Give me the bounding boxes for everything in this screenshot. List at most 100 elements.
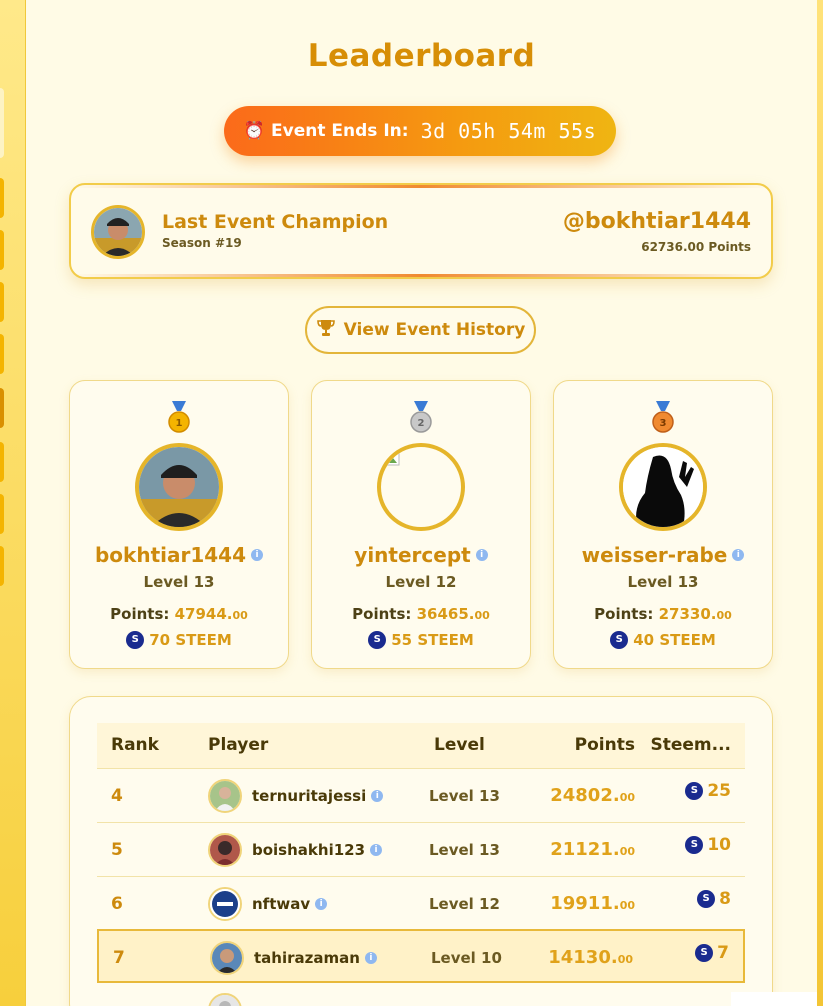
steem-amount: 40 STEEM <box>633 631 716 649</box>
podium-card-1[interactable]: 1 bokhtiar1444 i Level 13 Points: 47944.… <box>69 380 289 669</box>
points-value: 19911. <box>550 893 620 914</box>
leaderboard-table: Rank Player Level Points Steem... 4 tern… <box>69 696 773 1006</box>
points-value: 27330. <box>658 605 717 623</box>
sidebar-item[interactable] <box>0 178 4 218</box>
scrollbar[interactable] <box>817 0 823 1006</box>
event-timer: ⏰ Event Ends In: 3d 05h 54m 55s <box>224 106 616 156</box>
row-rank: 6 <box>111 894 123 914</box>
info-icon[interactable]: i <box>315 898 328 910</box>
steem-icon: S <box>368 631 387 649</box>
player-avatar <box>208 779 242 813</box>
player-level: Level 13 <box>627 573 699 591</box>
steem-icon: S <box>697 890 716 908</box>
points-decimal: 00 <box>619 899 635 912</box>
info-icon[interactable]: i <box>251 549 264 561</box>
sidebar-item[interactable] <box>0 88 4 158</box>
points-label: Points: <box>110 605 170 623</box>
points-value: 36465. <box>416 605 475 623</box>
last-champion-card: Last Event Champion Season #19 @bokhtiar… <box>69 183 773 279</box>
player-steem: S 10 <box>685 835 731 855</box>
player-avatar <box>210 941 244 975</box>
player-level: Level 10 <box>431 949 502 967</box>
player-name[interactable]: boishakhi123 i <box>252 841 383 859</box>
player-level: Level 12 <box>385 573 457 591</box>
points-label: Points: <box>594 605 654 623</box>
sidebar-item-active[interactable] <box>0 388 4 428</box>
champion-username[interactable]: @bokhtiar1444 <box>563 209 751 234</box>
player-name-text: tahirazaman <box>254 949 360 967</box>
info-icon[interactable]: i <box>371 790 384 802</box>
bronze-medal-icon: 3 <box>554 401 772 435</box>
info-icon[interactable]: i <box>732 549 745 561</box>
player-steem: S8 <box>697 889 731 909</box>
player-steem-reward: S 55 STEEM <box>312 631 530 649</box>
history-button-label: View Event History <box>343 320 526 340</box>
steem-icon: S <box>685 836 704 854</box>
points-decimal: 00 <box>474 609 490 622</box>
player-points: 19911.00 <box>550 893 635 914</box>
table-row-partial[interactable] <box>97 987 745 1006</box>
player-name[interactable]: yintercept i <box>312 543 530 567</box>
steem-icon: S <box>695 944 714 962</box>
page-title: Leaderboard <box>307 38 536 74</box>
player-name-text: yintercept <box>354 543 471 567</box>
player-level: Level 13 <box>429 841 500 859</box>
row-rank: 7 <box>113 948 125 968</box>
player-name[interactable]: bokhtiar1444 i <box>70 543 288 567</box>
alarm-clock-icon: ⏰ <box>243 121 266 141</box>
header-level[interactable]: Level <box>434 735 485 755</box>
info-icon[interactable]: i <box>370 844 383 856</box>
table-row-highlighted[interactable]: 7 tahirazaman i Level 10 14130.00 S7 <box>97 929 745 983</box>
sidebar-item[interactable] <box>0 494 4 534</box>
info-icon[interactable]: i <box>475 549 488 561</box>
table-row[interactable]: 6 nftwav i Level 12 19911.00 S8 <box>97 877 745 931</box>
points-value: 24802. <box>550 785 620 806</box>
sidebar-item[interactable] <box>0 334 4 374</box>
sidebar-item[interactable] <box>0 442 4 482</box>
view-event-history-button[interactable]: View Event History <box>305 306 536 354</box>
player-avatar-placeholder <box>208 993 242 1006</box>
player-name-text: boishakhi123 <box>252 841 366 859</box>
player-name[interactable]: ternuritajessi i <box>252 787 384 805</box>
player-name-text: weisser-rabe <box>581 543 728 567</box>
podium-card-2[interactable]: 2 yintercept i Level 12 Points: 36465.00… <box>311 380 531 669</box>
table-row[interactable]: 4 ternuritajessi i Level 13 24802.00 S 25 <box>97 769 745 823</box>
info-icon[interactable]: i <box>364 952 377 964</box>
player-name[interactable]: nftwav i <box>252 895 328 913</box>
player-avatar <box>135 443 223 531</box>
points-decimal: 00 <box>617 953 633 966</box>
header-points[interactable]: Points <box>575 735 635 755</box>
svg-text:2: 2 <box>418 418 425 429</box>
sidebar-item[interactable] <box>0 282 4 322</box>
player-level: Level 12 <box>429 895 500 913</box>
row-rank: 4 <box>111 786 123 806</box>
points-decimal: 00 <box>716 609 732 622</box>
steem-icon: S <box>685 782 704 800</box>
player-name-text: nftwav <box>252 895 311 913</box>
player-name[interactable]: tahirazaman i <box>254 949 377 967</box>
table-header: Rank Player Level Points Steem... <box>97 723 745 769</box>
steem-amount: 7 <box>717 943 729 963</box>
header-rank[interactable]: Rank <box>111 735 159 755</box>
steem-amount: 10 <box>707 835 731 855</box>
gold-medal-icon: 1 <box>70 401 288 435</box>
player-level: Level 13 <box>429 787 500 805</box>
player-name-text: ternuritajessi <box>252 787 367 805</box>
points-decimal: 00 <box>619 845 635 858</box>
trophy-icon <box>316 319 336 342</box>
podium-card-3[interactable]: 3 weisser-rabe i Level 13 Points: 27330.… <box>553 380 773 669</box>
timer-label: Event Ends In: <box>271 121 409 141</box>
champion-avatar <box>91 205 145 259</box>
player-name[interactable]: weisser-rabe i <box>554 543 772 567</box>
points-value: 14130. <box>548 947 618 968</box>
player-name-text: bokhtiar1444 <box>94 543 247 567</box>
table-row[interactable]: 5 boishakhi123 i Level 13 21121.00 S 10 <box>97 823 745 877</box>
silver-medal-icon: 2 <box>312 401 530 435</box>
points-label: Points: <box>352 605 412 623</box>
player-avatar-broken <box>377 443 465 531</box>
player-steem: S7 <box>695 943 729 963</box>
sidebar-item[interactable] <box>0 230 4 270</box>
sidebar-item[interactable] <box>0 546 4 586</box>
header-steem[interactable]: Steem... <box>650 735 731 755</box>
header-player[interactable]: Player <box>208 735 268 755</box>
